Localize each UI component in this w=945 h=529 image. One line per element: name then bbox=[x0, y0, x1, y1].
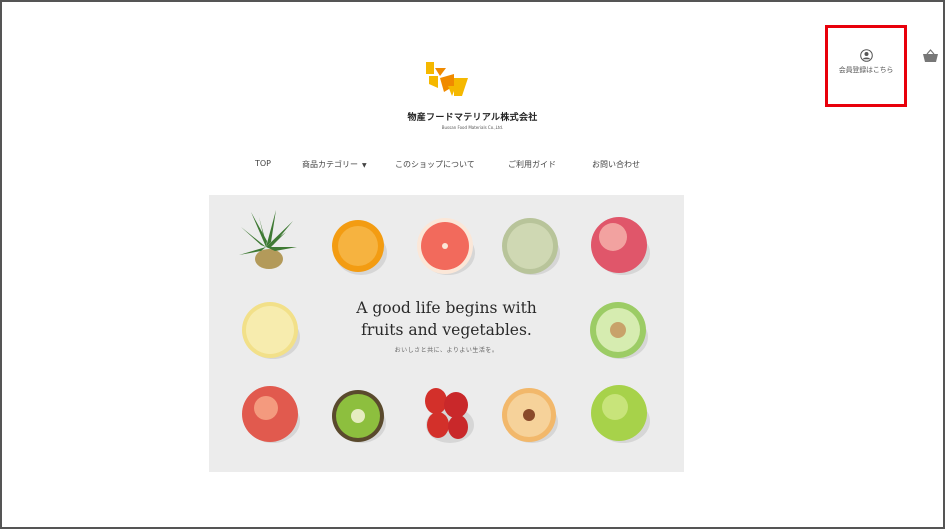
nav-item-about-shop[interactable]: このショップについて bbox=[395, 159, 475, 170]
melon-image bbox=[502, 218, 560, 275]
member-registration-button[interactable]: 会員登録はこちら bbox=[825, 25, 907, 107]
melon-slice-image bbox=[590, 302, 648, 359]
hero-title: A good life begins with fruits and veget… bbox=[319, 297, 574, 341]
peach-slice-image bbox=[502, 388, 558, 443]
company-name: 物産フードマテリアル株式会社 bbox=[407, 113, 538, 123]
pineapple-image bbox=[239, 210, 297, 269]
hero-title-line-1: A good life begins with bbox=[356, 299, 537, 317]
orange-image bbox=[332, 220, 387, 275]
grapefruit-image bbox=[417, 218, 475, 275]
nav-item-product-category[interactable]: 商品カテゴリー ▼ bbox=[302, 159, 367, 170]
main-navigation: TOP 商品カテゴリー ▼ このショップについて ご利用ガイド お問い合わせ bbox=[0, 159, 945, 173]
peach-image bbox=[591, 217, 650, 275]
caret-down-icon: ▼ bbox=[362, 162, 367, 169]
cart-button[interactable] bbox=[922, 48, 939, 67]
lemon-image bbox=[242, 302, 300, 359]
hero-banner[interactable]: A good life begins with fruits and veget… bbox=[209, 195, 684, 472]
nav-item-contact[interactable]: お問い合わせ bbox=[592, 159, 640, 170]
hero-subtitle: おいしさと共に、よりよい生活を。 bbox=[394, 347, 499, 354]
strawberries-image bbox=[425, 388, 474, 443]
basket-icon bbox=[922, 48, 939, 67]
kiwi-image bbox=[332, 390, 386, 443]
nav-item-guide[interactable]: ご利用ガイド bbox=[508, 159, 556, 170]
company-logo[interactable] bbox=[426, 62, 470, 102]
user-circle-icon bbox=[859, 49, 873, 62]
nav-item-top[interactable]: TOP bbox=[255, 159, 271, 168]
apple-image bbox=[242, 386, 300, 443]
member-registration-label: 会員登録はこちら bbox=[838, 66, 894, 74]
green-apple-image bbox=[591, 385, 650, 443]
nav-item-label: 商品カテゴリー bbox=[302, 160, 358, 169]
company-name-en: Bussan Food Materials Co.,Ltd. bbox=[441, 125, 504, 130]
hero-title-line-2: fruits and vegetables. bbox=[361, 321, 532, 339]
